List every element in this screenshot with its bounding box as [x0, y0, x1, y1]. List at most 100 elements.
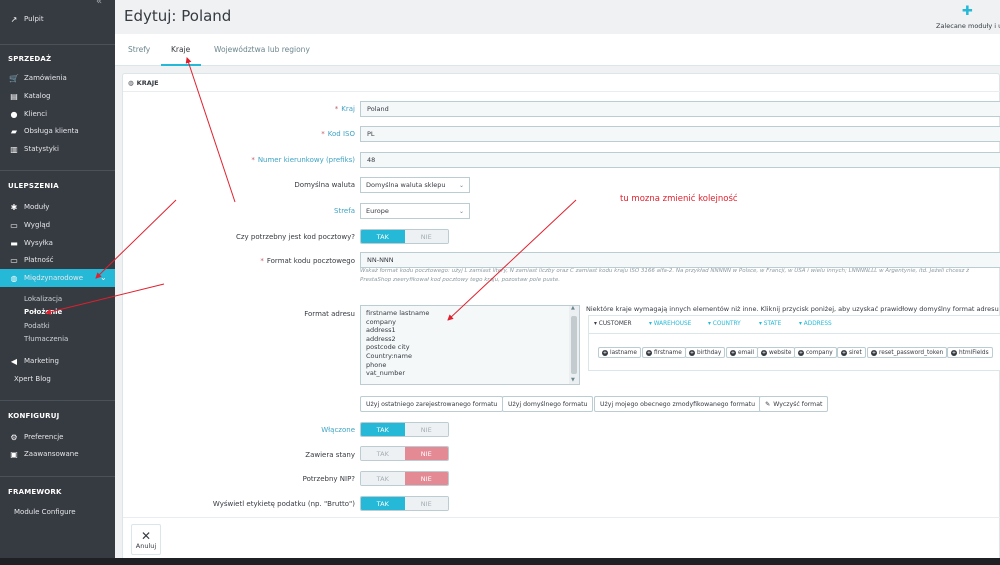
cart-icon: 🛒: [9, 73, 19, 83]
format-tab-state[interactable]: ▾ STATE: [759, 321, 781, 327]
globe-icon: ◍: [128, 79, 134, 87]
section-configure: KONFIGURUJ: [8, 412, 60, 420]
need-nip-switch[interactable]: TAK NIE: [360, 471, 449, 486]
divider: [0, 44, 115, 45]
scroll-down-icon[interactable]: ▼: [571, 377, 575, 383]
puzzle-icon: ✱: [10, 202, 18, 212]
field-chip-firstname[interactable]: + firstname: [642, 347, 686, 358]
sidebar-item-catalog[interactable]: ▤ Katalog: [8, 88, 50, 104]
clear-format-button[interactable]: ✎ Wyczyść format: [759, 396, 829, 412]
switch-no[interactable]: NIE: [404, 423, 448, 436]
chevron-down-icon: ⌄: [100, 273, 107, 282]
sidebar-sub-taxes[interactable]: Podatki: [24, 322, 50, 330]
tab-countries[interactable]: Kraje: [171, 45, 190, 54]
default-currency-select[interactable]: Domyślna waluta sklepu ⌄: [360, 177, 470, 193]
call-prefix-input[interactable]: 48: [360, 152, 1000, 168]
zip-format-help: Wskaż format kodu pocztowego: użyj L zam…: [360, 268, 970, 283]
tab-zones[interactable]: Strefy: [128, 45, 150, 54]
divider: [123, 91, 1000, 92]
switch-yes[interactable]: TAK: [361, 447, 405, 460]
format-tab-customer[interactable]: ▾ CUSTOMER: [594, 321, 632, 327]
scrollbar-thumb[interactable]: [571, 316, 577, 374]
truck-icon: ▬: [10, 238, 18, 248]
label-need-nip: Potrzebny NIP?: [302, 475, 355, 483]
switch-yes[interactable]: TAK: [361, 497, 405, 510]
switch-no[interactable]: NIE: [404, 472, 448, 485]
sidebar-sub-locations[interactable]: Położenie: [24, 308, 62, 316]
format-tab-country[interactable]: ▾ COUNTRY: [708, 321, 741, 327]
sidebar-item-customer-service[interactable]: ▰ Obsługa klienta: [8, 123, 79, 139]
field-chip-lastname[interactable]: + lastname: [598, 347, 641, 358]
plus-icon: +: [951, 349, 957, 356]
switch-yes[interactable]: TAK: [361, 472, 405, 485]
sidebar-item-xpert-blog[interactable]: Xpert Blog: [14, 371, 51, 387]
switch-yes[interactable]: TAK: [361, 230, 405, 243]
puzzle-icon[interactable]: ✚: [962, 4, 973, 19]
use-current-format-button[interactable]: Użyj mojego obecnego zmodyfikowanego for…: [594, 396, 761, 412]
recommended-modules-link[interactable]: Zalecane moduły i us: [936, 22, 1000, 30]
section-framework: FRAMEWORK: [8, 488, 62, 496]
field-chip-company[interactable]: + company: [794, 347, 837, 358]
chevron-down-icon: ⌄: [458, 207, 464, 215]
label-country: * Kraj: [334, 105, 355, 113]
sidebar-item-payment[interactable]: ▭ Płatność: [8, 252, 53, 268]
need-zip-switch[interactable]: TAK NIE: [360, 229, 449, 244]
credit-card-icon: ▭: [10, 255, 18, 265]
sidebar-sub-translations[interactable]: Tłumaczenia: [24, 335, 68, 343]
store-icon: ▤: [10, 91, 18, 101]
switch-yes[interactable]: TAK: [361, 423, 405, 436]
sidebar-item-module-configure[interactable]: Module Configure: [14, 504, 76, 520]
close-icon: ✕: [140, 528, 152, 543]
scroll-up-icon[interactable]: ▲: [571, 305, 575, 311]
iso-code-input[interactable]: PL: [360, 126, 1000, 142]
label-display-tax: Wyświetl etykietę podatku (np. "Brutto"): [212, 500, 355, 508]
gear-icon: ⚙: [10, 432, 18, 442]
address-format-textarea[interactable]: firstname lastname company address1 addr…: [360, 305, 580, 385]
divider: [0, 170, 115, 171]
zone-select[interactable]: Europe ⌄: [360, 203, 470, 219]
sidebar-item-orders[interactable]: 🛒 Zamówienia: [8, 70, 67, 86]
sidebar-item-preferences[interactable]: ⚙ Preferencje: [8, 429, 63, 445]
format-tab-warehouse[interactable]: ▾ WAREHOUSE: [649, 321, 691, 327]
field-chip-website[interactable]: + website: [757, 347, 796, 358]
sidebar-item-modules[interactable]: ✱ Moduły: [8, 199, 50, 215]
sidebar-item-advanced[interactable]: ▣ Zaawansowane: [8, 446, 78, 462]
plus-icon: +: [646, 349, 652, 356]
switch-no[interactable]: NIE: [404, 497, 448, 510]
zip-format-input[interactable]: NN-NNN: [360, 252, 1000, 268]
collapse-sidebar-icon[interactable]: «: [96, 0, 102, 7]
sidebar-item-dashboard[interactable]: ↗ Pulpit: [8, 11, 44, 27]
divider: [0, 400, 115, 401]
plus-icon: +: [602, 349, 608, 356]
field-chip-email[interactable]: + email: [726, 347, 758, 358]
contains-states-switch[interactable]: TAK NIE: [360, 446, 449, 461]
field-chip-reset-password-token[interactable]: + reset_password_token: [867, 347, 948, 358]
sidebar-item-customers[interactable]: ● Klienci: [8, 106, 48, 122]
field-chip-birthday[interactable]: + birthday: [685, 347, 726, 358]
format-tab-address[interactable]: ▾ ADDRESS: [799, 321, 832, 327]
sidebar: « ↗ Pulpit SPRZEDAŻ 🛒 Zamówienia ▤ Katal…: [0, 0, 115, 565]
sidebar-item-design[interactable]: ▭ Wygląd: [8, 217, 50, 233]
country-name-input[interactable]: Poland: [360, 101, 1000, 117]
label-currency: Domyślna waluta: [294, 181, 355, 189]
display-tax-label-switch[interactable]: TAK NIE: [360, 496, 449, 511]
sidebar-sub-localization[interactable]: Lokalizacja: [24, 295, 62, 303]
field-chip-siret[interactable]: + siret: [837, 347, 866, 358]
use-default-format-button[interactable]: Użyj domyślnego formatu: [502, 396, 594, 412]
use-last-format-button[interactable]: Użyj ostatniego zarejestrowanego formatu: [360, 396, 504, 412]
divider: [589, 333, 1000, 334]
tab-states[interactable]: Województwa lub regiony: [214, 45, 310, 54]
sidebar-item-marketing[interactable]: ◀ Marketing: [8, 353, 59, 369]
switch-no[interactable]: NIE: [404, 447, 448, 460]
sidebar-item-shipping[interactable]: ▬ Wysyłka: [8, 235, 53, 251]
active-switch[interactable]: TAK NIE: [360, 422, 449, 437]
sidebar-item-international[interactable]: ◍ Międzynarodowe: [8, 270, 84, 286]
address-format-note: Niektóre kraje wymagają innych elementów…: [586, 305, 1000, 313]
cancel-button[interactable]: ✕ Anuluj: [131, 524, 161, 555]
switch-no[interactable]: NIE: [404, 230, 448, 243]
plus-icon: +: [689, 349, 695, 356]
label-prefix: * Numer kierunkowy (prefiks): [251, 156, 355, 164]
sidebar-item-stats[interactable]: ▥ Statystyki: [8, 141, 59, 157]
field-chip-htmlfields[interactable]: + htmlFields: [947, 347, 993, 358]
label-zone: Strefa: [334, 207, 355, 215]
